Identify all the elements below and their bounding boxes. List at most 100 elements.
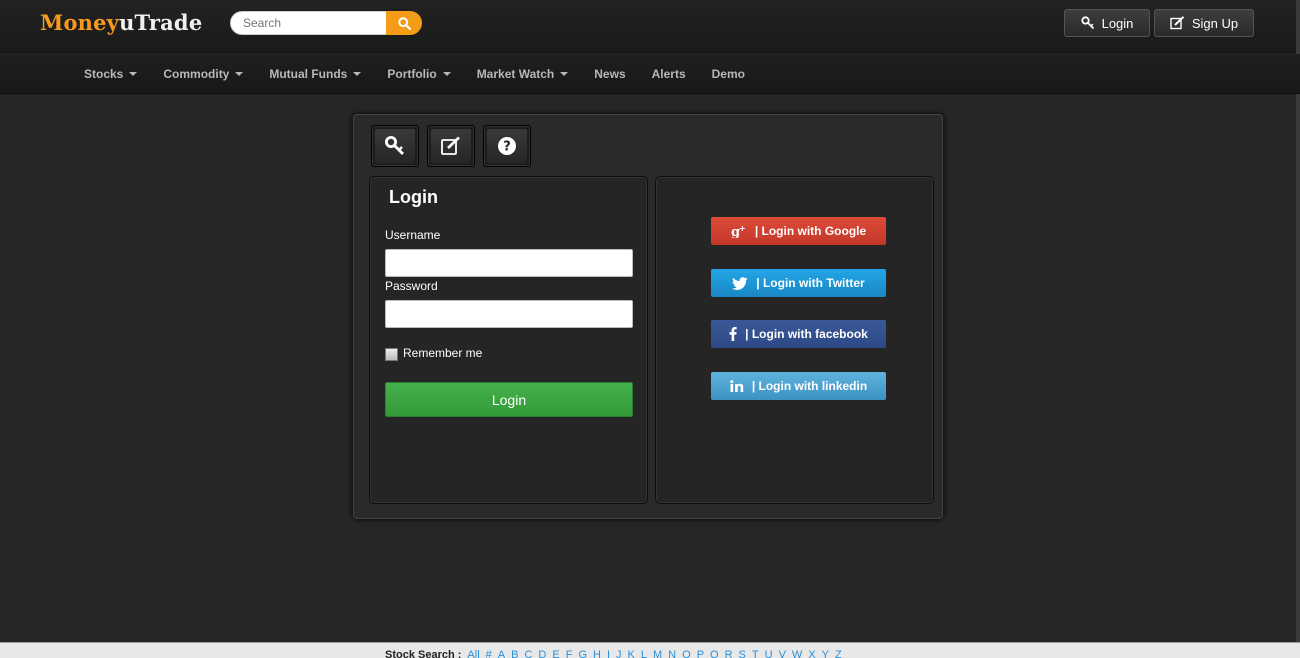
header-login-button[interactable]: Login	[1064, 9, 1150, 37]
stock-search-letter-link[interactable]: P	[697, 649, 704, 658]
site-logo[interactable]: MoneyuTrade	[40, 10, 202, 35]
stock-search-letter-link[interactable]: V	[779, 649, 786, 658]
stock-search-letter-link[interactable]: L	[641, 649, 647, 658]
tab-help-face: ?	[487, 129, 527, 163]
nav-item-alerts[interactable]: Alerts	[652, 67, 686, 81]
stock-search-letter-link[interactable]: H	[593, 649, 601, 658]
stock-search-letter-link[interactable]: Z	[835, 649, 842, 658]
nav-item-label: Commodity	[163, 67, 230, 81]
username-label: Username	[385, 228, 441, 242]
twitter-icon	[732, 276, 748, 290]
google-login-label: | Login with Google	[754, 224, 867, 238]
remember-me-label: Remember me	[403, 346, 483, 360]
stock-search-letter-link[interactable]: F	[566, 649, 573, 658]
stock-search-letter-link[interactable]: S	[739, 649, 746, 658]
stock-search-label: Stock Search :	[385, 649, 462, 658]
login-with-facebook-button[interactable]: | Login with facebook	[711, 320, 886, 348]
stock-search-letter-link[interactable]: O	[682, 649, 691, 658]
search-input[interactable]	[230, 11, 388, 35]
edit-icon	[441, 136, 460, 155]
help-icon: ?	[498, 137, 516, 155]
login-panel: ? Login Username Password Remember me Lo…	[353, 114, 943, 519]
logo-part-money: Money	[40, 10, 120, 35]
key-icon	[1080, 16, 1094, 30]
stock-search-letter-link[interactable]: R	[725, 649, 733, 658]
tab-help[interactable]: ?	[483, 125, 531, 167]
nav-item-label: Stocks	[84, 67, 124, 81]
linkedin-icon	[730, 380, 744, 392]
nav-item-label: Mutual Funds	[269, 67, 348, 81]
login-with-twitter-button[interactable]: | Login with Twitter	[711, 269, 886, 297]
stock-search-letter-link[interactable]: C	[524, 649, 532, 658]
login-submit-button[interactable]: Login	[385, 382, 633, 417]
stock-search-footer: Stock Search : All # A B C D E F G H I J K L M N O P Q R S T U…	[0, 642, 1300, 658]
chevron-down-icon	[235, 72, 244, 76]
key-icon	[385, 136, 404, 155]
stock-search-letter-link[interactable]: All	[467, 649, 479, 658]
login-submit-label: Login	[491, 391, 527, 408]
stock-search-letter-link[interactable]: Y	[822, 649, 829, 658]
chevron-down-icon	[129, 72, 138, 76]
tab-register[interactable]	[427, 125, 475, 167]
nav-item-mutual-funds[interactable]: Mutual Funds	[269, 67, 362, 81]
stock-search-letter-link[interactable]: B	[511, 649, 518, 658]
nav-item-market-watch[interactable]: Market Watch	[477, 67, 569, 81]
password-input[interactable]	[385, 300, 633, 328]
stock-search-letter-link[interactable]: M	[653, 649, 662, 658]
facebook-icon	[729, 327, 737, 341]
tab-login-face	[375, 129, 415, 163]
chevron-down-icon	[560, 72, 569, 76]
top-header: MoneyuTrade Login Sign Up	[0, 0, 1300, 53]
nav-item-label: News	[594, 67, 626, 81]
login-with-google-button[interactable]: g + | Login with Google	[711, 217, 886, 245]
social-login-box: g + | Login with Google | Login with Twi…	[655, 176, 934, 504]
stock-search-letter-link[interactable]: X	[808, 649, 815, 658]
chevron-down-icon	[353, 72, 362, 76]
login-title: Login	[389, 187, 438, 207]
stock-search-letter-link[interactable]: K	[628, 649, 635, 658]
header-login-label: Login	[1101, 15, 1134, 31]
nav-item-commodity[interactable]: Commodity	[163, 67, 244, 81]
nav-item-demo[interactable]: Demo	[712, 67, 745, 81]
stock-search-letter-link[interactable]: W	[792, 649, 802, 658]
stock-search-letter-link[interactable]: I	[607, 649, 610, 658]
main-nav: Stocks Commodity Mutual Funds Portfolio …	[0, 54, 1300, 94]
nav-item-label: Market Watch	[476, 67, 555, 81]
nav-item-portfolio[interactable]: Portfolio	[387, 67, 451, 81]
stock-search-letter-link[interactable]: U	[765, 649, 773, 658]
stock-search-letter-link[interactable]: N	[668, 649, 676, 658]
search-box	[230, 11, 422, 35]
nav-items: Stocks Commodity Mutual Funds Portfolio …	[84, 54, 771, 94]
search-button[interactable]	[386, 11, 422, 35]
search-icon	[397, 16, 411, 30]
stock-search-letter-link[interactable]: A	[498, 649, 505, 658]
logo-part-utrade: uTrade	[119, 10, 203, 35]
svg-text:+: +	[739, 224, 746, 233]
nav-item-label: Demo	[711, 67, 745, 81]
stock-search-letter-link[interactable]: #	[486, 649, 492, 658]
svg-text:?: ?	[503, 140, 511, 155]
login-form-box: Login Username Password Remember me Logi…	[369, 176, 648, 504]
tab-register-face	[431, 129, 471, 163]
facebook-login-label: | Login with facebook	[745, 327, 868, 341]
stock-search-letter-link[interactable]: D	[538, 649, 546, 658]
remember-me-checkbox[interactable]	[385, 348, 398, 361]
page-scrollbar[interactable]	[1296, 0, 1300, 658]
stock-search-letters: All # A B C D E F G H I J K L M N O P Q R S T U V W X Y Z	[467, 649, 841, 658]
linkedin-login-label: | Login with linkedin	[751, 379, 868, 393]
stock-search-letter-link[interactable]: T	[752, 649, 759, 658]
tab-login[interactable]	[371, 125, 419, 167]
twitter-login-label: | Login with Twitter	[756, 276, 865, 290]
edit-icon	[1170, 16, 1185, 30]
stock-search-letter-link[interactable]: G	[578, 649, 587, 658]
stock-search-letter-link[interactable]: J	[616, 649, 622, 658]
stock-search-letter-link[interactable]: Q	[710, 649, 719, 658]
stock-search-letter-link[interactable]: E	[552, 649, 559, 658]
stock-search-bar: Stock Search : All # A B C D E F G H I J K L M N O P Q R S T U…	[385, 649, 842, 658]
nav-item-news[interactable]: News	[594, 67, 625, 81]
header-signup-button[interactable]: Sign Up	[1154, 9, 1254, 37]
username-input[interactable]	[385, 249, 633, 277]
login-with-linkedin-button[interactable]: | Login with linkedin	[711, 372, 886, 400]
nav-item-label: Portfolio	[387, 67, 437, 81]
nav-item-stocks[interactable]: Stocks	[84, 67, 138, 81]
